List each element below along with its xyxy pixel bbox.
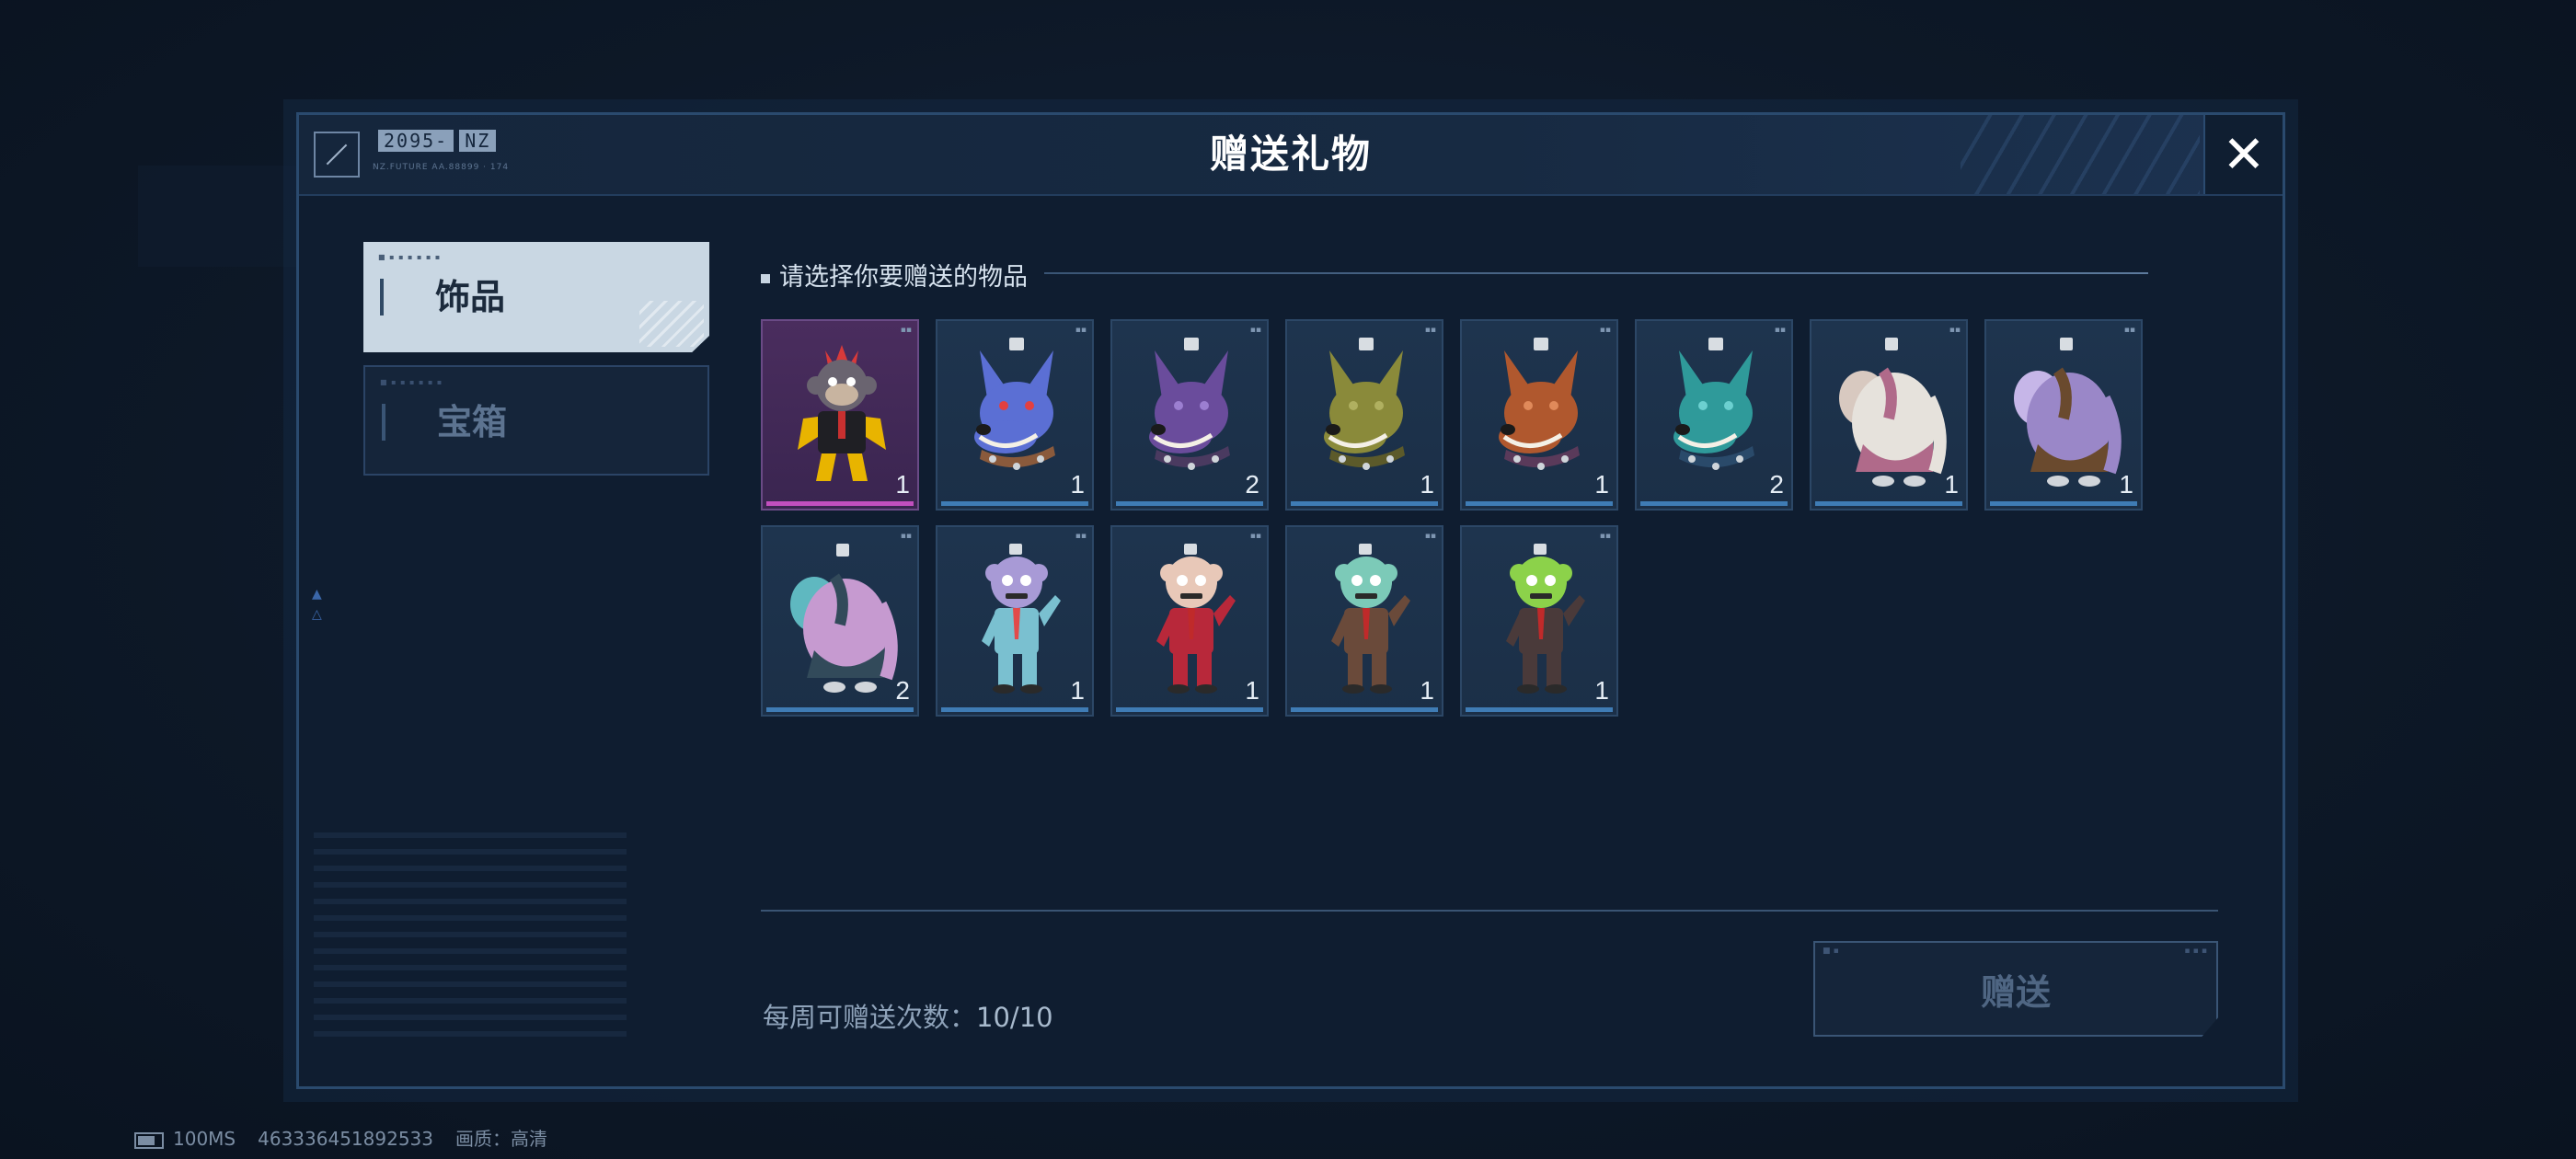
item-card[interactable]: ▪▪ 2	[1635, 319, 1793, 511]
tab-chest[interactable]: ■ ▪ ▪ ▪ ▪ ▪ ▪ 宝箱	[363, 365, 709, 476]
divider	[761, 910, 2218, 912]
item-card[interactable]: ▪▪ 1	[1460, 319, 1618, 511]
item-quantity: 1	[1245, 676, 1259, 705]
side-arrows-icon: ▲ △	[312, 587, 322, 622]
quality-value: 高清	[511, 1128, 547, 1150]
button-micro-text: ▪ ▪ ▪	[2184, 947, 2207, 956]
item-rarity-bar	[1116, 501, 1263, 506]
item-card[interactable]: ▪▪ 2	[761, 525, 919, 717]
item-quantity: 1	[1594, 676, 1609, 705]
item-quantity: 1	[1944, 470, 1959, 499]
section-title-text: 请选择你要赠送的物品	[779, 263, 1028, 292]
item-quantity: 1	[1070, 470, 1085, 499]
quality: 画质：高清	[455, 1128, 547, 1150]
item-card[interactable]: ▪▪ 1	[761, 319, 919, 511]
tab-label: 宝箱	[437, 402, 508, 442]
item-rarity-bar	[1466, 707, 1613, 712]
dialog-title: 赠送礼物	[1209, 132, 1372, 177]
tab-micro-text: ■ ▪ ▪ ▪ ▪ ▪ ▪	[378, 253, 442, 261]
tab-stripes	[639, 301, 704, 347]
player-id: 463336451892533	[258, 1128, 433, 1150]
item-quantity: 1	[1420, 470, 1434, 499]
tab-label: 饰品	[435, 277, 506, 317]
item-rarity-bar	[1291, 501, 1438, 506]
item-quantity: 1	[1594, 470, 1609, 499]
tab-jewelry[interactable]: ■ ▪ ▪ ▪ ▪ ▪ ▪ 饰品	[363, 242, 709, 352]
gift-button[interactable]: ■ ▪ ▪ ▪ ▪ 赠送	[1813, 941, 2218, 1037]
item-quantity: 2	[895, 676, 910, 705]
item-card[interactable]: ▪▪ 1	[1285, 525, 1443, 717]
tab-micro-text: ■ ▪ ▪ ▪ ▪ ▪ ▪	[380, 378, 443, 386]
item-rarity-bar	[1291, 707, 1438, 712]
tab-indicator	[382, 404, 385, 441]
item-quantity: 2	[1769, 470, 1784, 499]
item-card[interactable]: ▪▪ 1	[1285, 319, 1443, 511]
item-card[interactable]: ▪▪ 1	[1110, 525, 1269, 717]
weekly-gift-count: 每周可赠送次数：10/10	[763, 996, 1053, 1035]
status-bar: 100MS 463336451892533 画质：高清	[134, 1124, 569, 1151]
item-quantity: 1	[1420, 676, 1434, 705]
item-card[interactable]: ▪▪ 2	[1110, 319, 1269, 511]
title-bar: 2095- NZ NZ.FUTURE AA.88899 · 174 赠送礼物 ✕	[299, 115, 2283, 196]
item-rarity-bar	[941, 501, 1088, 506]
quality-label: 画质：	[455, 1128, 511, 1150]
item-rarity-bar	[766, 501, 914, 506]
item-rarity-bar	[1990, 501, 2137, 506]
button-micro-text: ■ ▪	[1823, 947, 1839, 956]
item-card[interactable]: ▪▪ 1	[1984, 319, 2143, 511]
item-card[interactable]: ▪▪ 1	[1460, 525, 1618, 717]
item-rarity-bar	[1640, 501, 1788, 506]
close-button[interactable]: ✕	[2203, 115, 2283, 194]
item-card[interactable]: ▪▪ 1	[936, 525, 1094, 717]
item-rarity-bar	[1466, 501, 1613, 506]
gift-dialog: 2095- NZ NZ.FUTURE AA.88899 · 174 赠送礼物 ✕ …	[296, 112, 2285, 1089]
faint-log-panel	[314, 832, 627, 1044]
close-icon: ✕	[2222, 124, 2266, 185]
item-rarity-bar	[766, 707, 914, 712]
battery-icon	[134, 1131, 164, 1149]
item-card[interactable]: ▪▪ 1	[1810, 319, 1968, 511]
item-rarity-bar	[1116, 707, 1263, 712]
weekly-value: 10/10	[976, 1002, 1053, 1033]
item-quantity: 1	[2119, 470, 2133, 499]
item-rarity-bar	[1815, 501, 1962, 506]
section-line	[1044, 272, 2148, 274]
section-title: 请选择你要赠送的物品	[761, 257, 1028, 293]
item-quantity: 1	[895, 470, 910, 499]
tab-indicator	[380, 279, 384, 316]
ping: 100MS	[173, 1128, 236, 1150]
item-quantity: 2	[1245, 470, 1259, 499]
item-quantity: 1	[1070, 676, 1085, 705]
item-card[interactable]: ▪▪ 1	[936, 319, 1094, 511]
weekly-label: 每周可赠送次数：	[763, 1002, 977, 1033]
item-rarity-bar	[941, 707, 1088, 712]
gift-button-label: 赠送	[1980, 971, 2051, 1013]
bullet-icon	[761, 273, 770, 283]
